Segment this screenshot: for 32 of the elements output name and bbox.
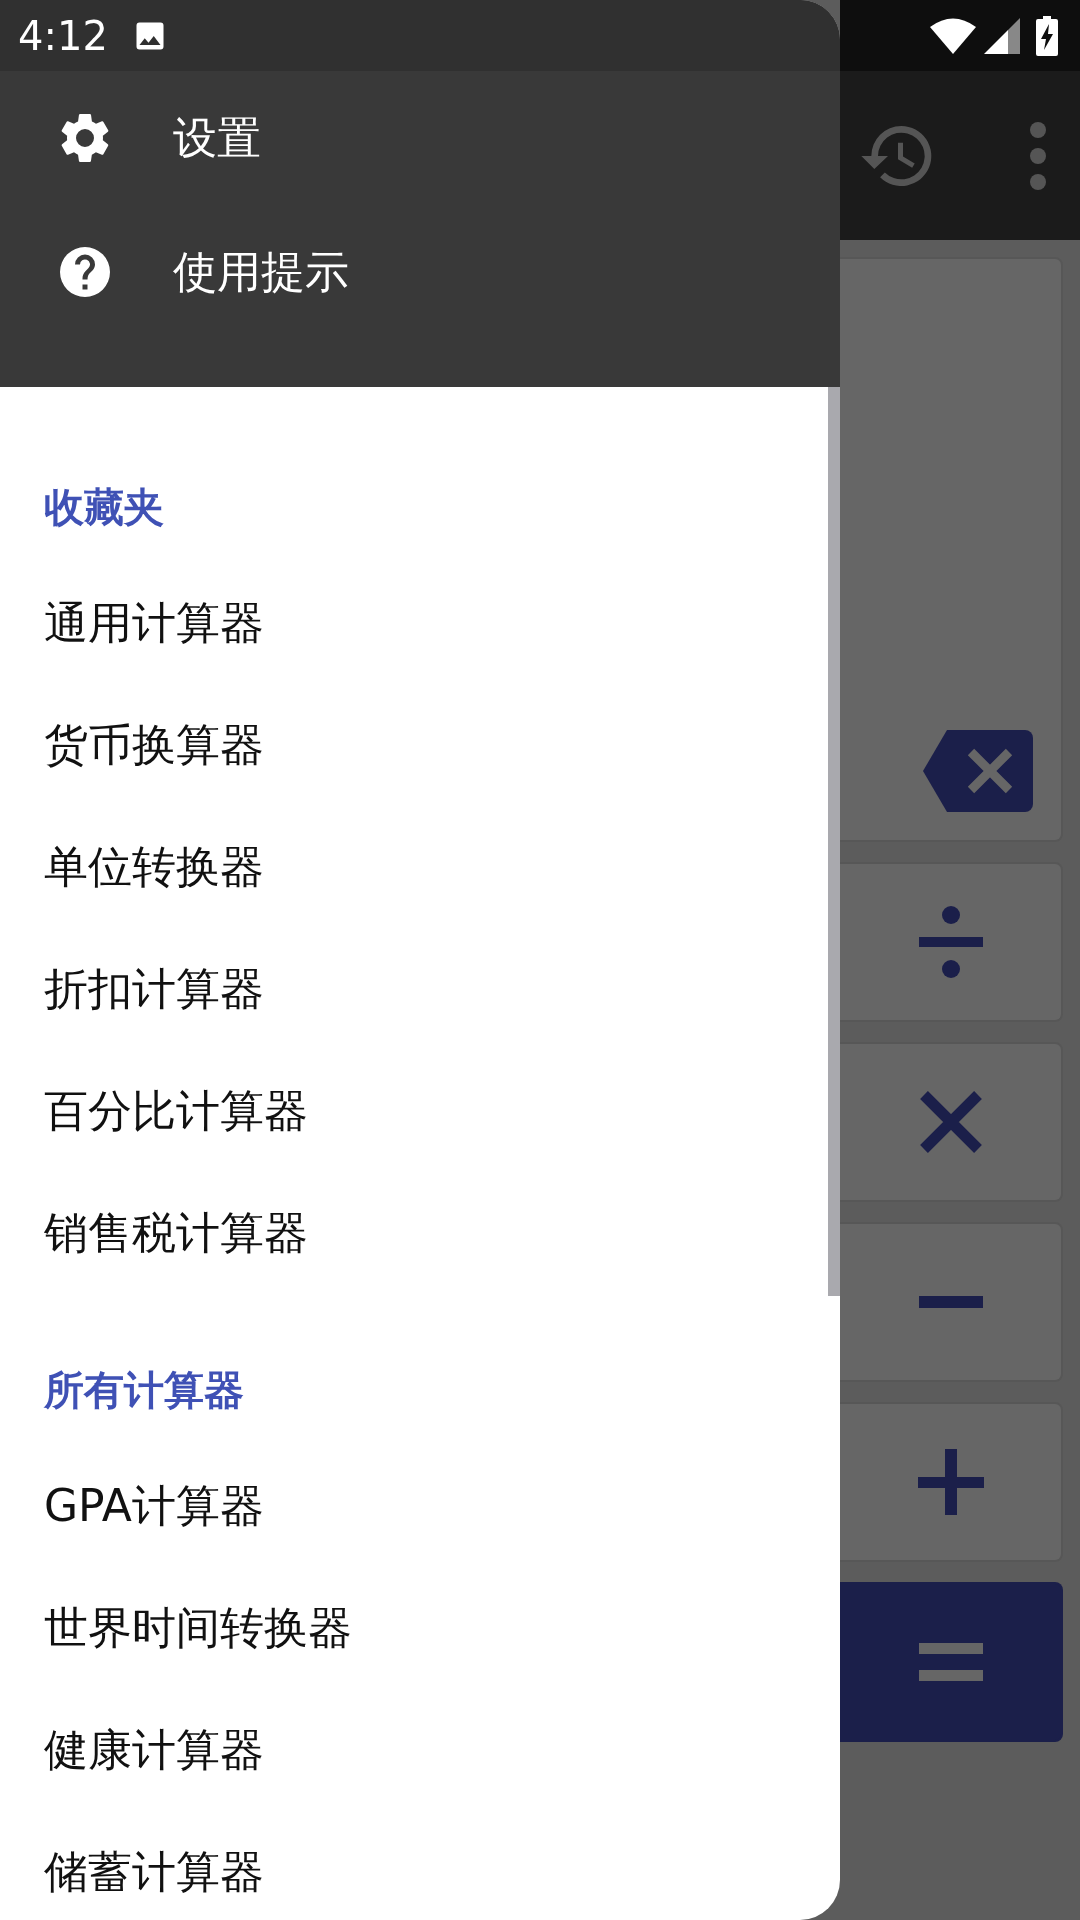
item-label: 设置 xyxy=(173,111,261,165)
backspace-icon[interactable] xyxy=(923,730,1033,812)
clock-time: 4:12 xyxy=(18,11,108,61)
plus-icon xyxy=(917,1449,984,1515)
item-label: 使用提示 xyxy=(173,245,349,299)
menu-item[interactable]: 通用计算器 xyxy=(44,590,264,656)
minus-key[interactable] xyxy=(840,1222,1063,1382)
battery-icon xyxy=(1036,15,1058,56)
multiply-key[interactable] xyxy=(840,1042,1063,1202)
minus-icon xyxy=(918,1296,983,1308)
menu-item[interactable]: 销售税计算器 xyxy=(44,1200,308,1266)
section-title: 收藏夹 xyxy=(44,483,164,532)
menu-item[interactable]: 折扣计算器 xyxy=(44,956,264,1022)
plus-key[interactable] xyxy=(840,1402,1063,1562)
menu-item[interactable]: 百分比计算器 xyxy=(44,1078,308,1144)
menu-item[interactable]: 单位转换器 xyxy=(44,834,264,900)
divide-icon xyxy=(918,906,983,978)
wifi-icon xyxy=(930,17,976,54)
menu-item[interactable]: 货币换算器 xyxy=(44,712,264,778)
menu-item[interactable]: 储蓄计算器 xyxy=(44,1839,264,1905)
menu-item[interactable]: 健康计算器 xyxy=(44,1717,264,1783)
divide-key[interactable] xyxy=(840,862,1063,1022)
multiply-icon xyxy=(919,1091,982,1153)
more-icon[interactable] xyxy=(1028,119,1048,192)
menu-item[interactable]: 世界时间转换器 xyxy=(44,1595,352,1661)
menu-item[interactable]: GPA计算器 xyxy=(44,1473,264,1539)
settings-item[interactable]: 设置 xyxy=(0,71,840,205)
equals-key[interactable] xyxy=(840,1582,1063,1742)
equals-icon xyxy=(918,1643,983,1681)
signal-icon xyxy=(984,17,1020,54)
section-title: 所有计算器 xyxy=(44,1366,244,1415)
help-item[interactable]: 使用提示 xyxy=(0,205,840,339)
